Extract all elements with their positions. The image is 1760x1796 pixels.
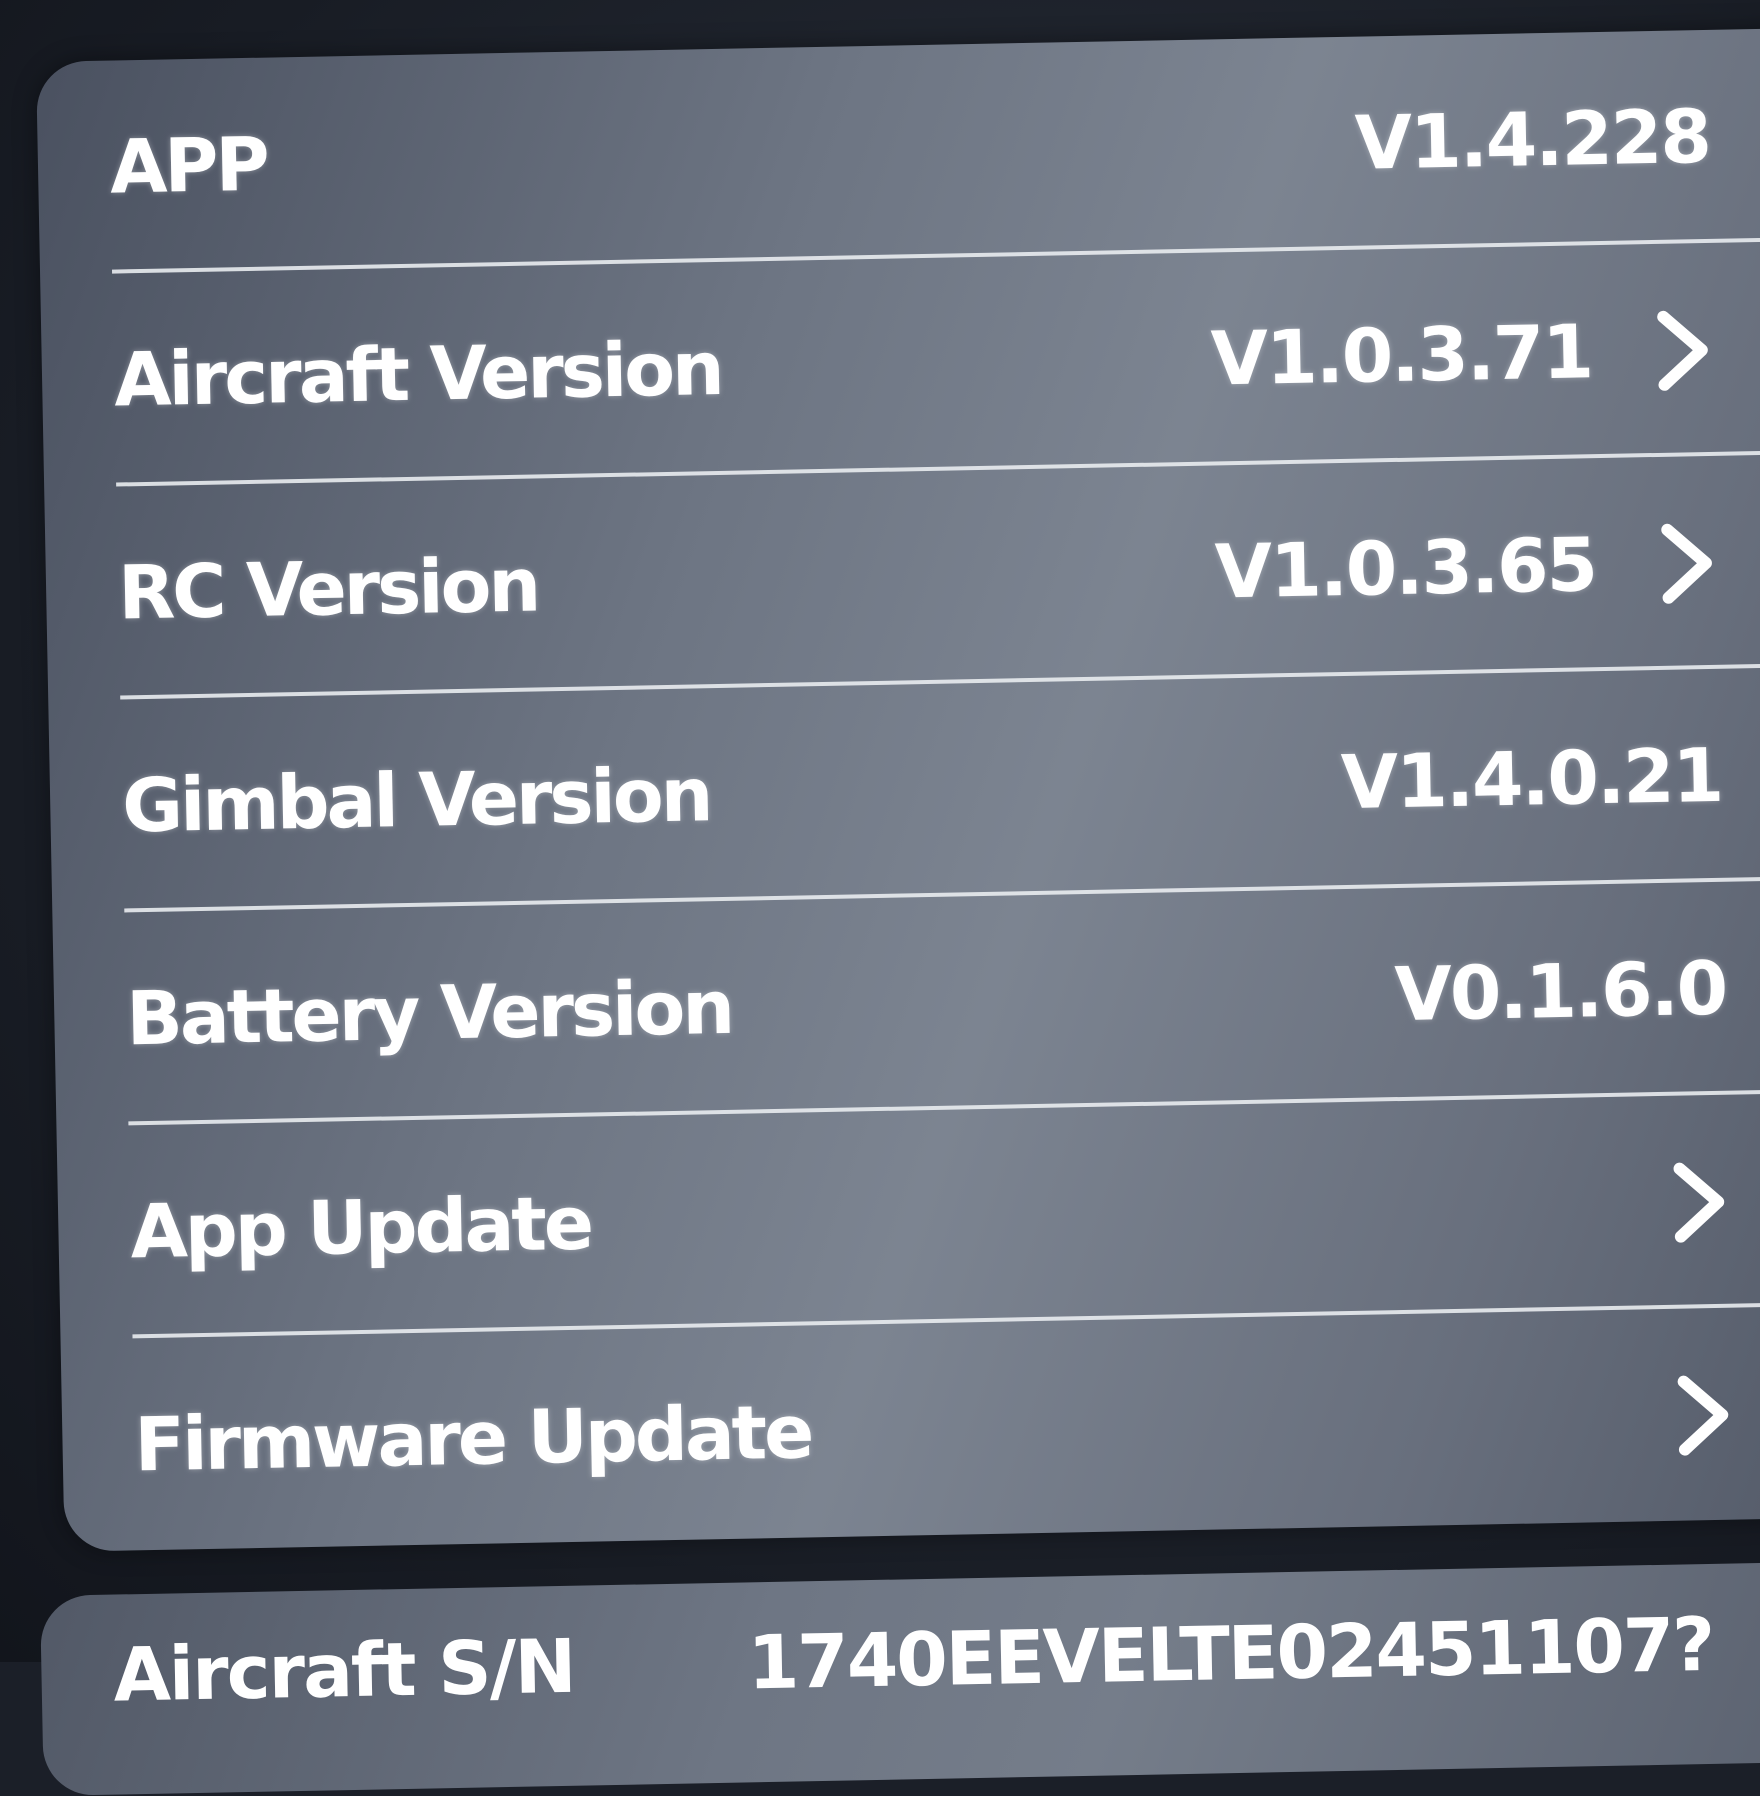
chevron-right-icon bbox=[1653, 309, 1713, 391]
chevron-right-icon bbox=[1674, 1374, 1734, 1456]
row-value: V1.0.3.65 bbox=[1214, 521, 1597, 615]
row-label: APP bbox=[109, 121, 268, 211]
row-value: V1.4.228 bbox=[1354, 93, 1711, 187]
row-gimbal-version: Gimbal Version V1.4.0.21 bbox=[48, 667, 1760, 914]
row-label: RC Version bbox=[117, 541, 539, 637]
settings-screen: APP V1.4.228 Aircraft Version V1.0.3.71 … bbox=[0, 0, 1760, 1796]
version-info-panel: APP V1.4.228 Aircraft Version V1.0.3.71 … bbox=[36, 27, 1760, 1552]
row-label: App Update bbox=[129, 1180, 592, 1275]
row-value: V0.1.6.0 bbox=[1393, 945, 1727, 1038]
row-label: Battery Version bbox=[125, 964, 733, 1062]
chevron-right-icon bbox=[1657, 522, 1717, 604]
row-app-update[interactable]: App Update bbox=[56, 1092, 1760, 1339]
row-battery-version: Battery Version V0.1.6.0 bbox=[52, 879, 1760, 1126]
row-value: V1.4.0.21 bbox=[1340, 732, 1723, 826]
row-firmware-update[interactable]: Firmware Update bbox=[61, 1305, 1760, 1551]
row-app-version: APP V1.4.228 bbox=[36, 28, 1760, 275]
serial-label: Aircraft S/N bbox=[112, 1623, 576, 1719]
row-label: Aircraft Version bbox=[113, 325, 723, 424]
row-rc-version[interactable]: RC Version V1.0.3.65 bbox=[44, 454, 1760, 701]
chevron-right-icon bbox=[1669, 1161, 1729, 1243]
row-aircraft-version[interactable]: Aircraft Version V1.0.3.71 bbox=[40, 241, 1760, 488]
row-label: Firmware Update bbox=[133, 1388, 813, 1488]
row-value: V1.0.3.71 bbox=[1210, 308, 1593, 402]
row-label: Gimbal Version bbox=[121, 751, 712, 849]
serial-number-panel: Aircraft S/N 1740EEVELTE02451107? bbox=[40, 1561, 1760, 1796]
serial-value: 1740EEVELTE02451107? bbox=[746, 1601, 1715, 1707]
